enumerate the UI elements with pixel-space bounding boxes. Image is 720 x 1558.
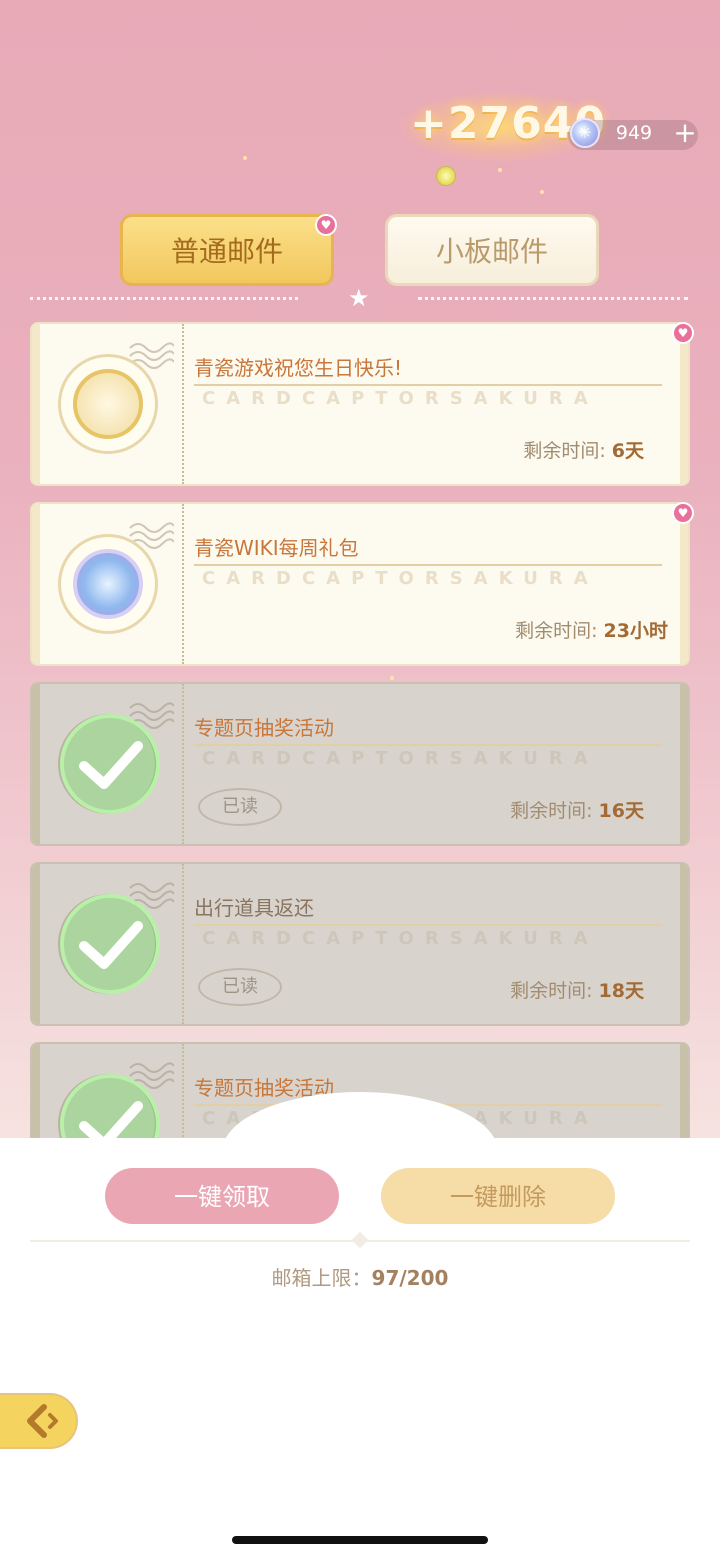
tab-board-mail[interactable]: 小板邮件 bbox=[385, 214, 599, 286]
mail-item[interactable]: 专题页抽奖活动 CARDCAPTORSAKURA 已读 剩余时间: 16天 bbox=[30, 682, 690, 846]
heart-icon: ♥ bbox=[672, 502, 694, 524]
mail-title: 青瓷游戏祝您生日快乐! bbox=[194, 356, 403, 380]
perforation bbox=[182, 504, 184, 664]
remaining-time: 剩余时间: 18天 bbox=[510, 976, 644, 1003]
mailbox-limit: 邮箱上限：97/200 bbox=[0, 1262, 720, 1291]
mail-title: 出行道具返还 bbox=[194, 896, 314, 920]
remaining-time-label: 剩余时间: bbox=[510, 980, 593, 1002]
mail-item[interactable]: 青瓷WIKI每周礼包 CARDCAPTORSAKURA 剩余时间: 23小时 bbox=[30, 502, 690, 666]
mail-title: 青瓷WIKI每周礼包 bbox=[194, 536, 359, 560]
mail-edge bbox=[32, 324, 40, 484]
mail-title: 专题页抽奖活动 bbox=[194, 716, 334, 740]
mailbox-limit-label: 邮箱上限： bbox=[271, 1266, 372, 1290]
divider-right bbox=[418, 297, 688, 300]
remaining-time-value: 6天 bbox=[611, 440, 644, 462]
mail-edge bbox=[32, 504, 40, 664]
remaining-time: 剩余时间: 6天 bbox=[523, 436, 644, 463]
remaining-time-label: 剩余时间: bbox=[523, 440, 606, 462]
mail-item[interactable]: 出行道具返还 CARDCAPTORSAKURA 已读 剩余时间: 18天 bbox=[30, 862, 690, 1026]
sparkle bbox=[498, 168, 502, 172]
mail-edge bbox=[32, 864, 40, 1024]
remaining-time-value: 16天 bbox=[598, 800, 644, 822]
perforation bbox=[182, 684, 184, 844]
delete-all-button[interactable]: 一键删除 bbox=[381, 1168, 615, 1224]
remaining-time-label: 剩余时间: bbox=[515, 620, 598, 642]
title-underline bbox=[194, 924, 662, 926]
coin-icon bbox=[436, 166, 456, 186]
read-badge: 已读 bbox=[198, 968, 282, 1006]
mail-edge bbox=[680, 324, 688, 484]
mail-item[interactable]: 青瓷游戏祝您生日快乐! CARDCAPTORSAKURA 剩余时间: 6天 bbox=[30, 322, 690, 486]
perforation bbox=[182, 324, 184, 484]
mail-edge bbox=[32, 684, 40, 844]
star-icon: ★ bbox=[348, 284, 370, 312]
sparkle bbox=[390, 676, 394, 680]
mail-watermark: CARDCAPTORSAKURA bbox=[202, 928, 599, 949]
remaining-time-label: 剩余时间: bbox=[510, 800, 593, 822]
home-indicator[interactable] bbox=[232, 1536, 488, 1544]
check-icon bbox=[60, 714, 160, 814]
mail-watermark: CARDCAPTORSAKURA bbox=[202, 748, 599, 769]
currency-value: 949 bbox=[615, 122, 653, 144]
back-arrow-icon bbox=[27, 1404, 58, 1438]
tab-normal-mail[interactable]: 普通邮件 bbox=[120, 214, 334, 286]
sparkle bbox=[243, 156, 247, 160]
check-icon bbox=[60, 894, 160, 994]
back-button[interactable] bbox=[0, 1393, 78, 1449]
compass-star-stamp-icon bbox=[58, 534, 158, 634]
mail-watermark: CARDCAPTORSAKURA bbox=[202, 568, 599, 589]
title-underline bbox=[194, 564, 662, 566]
remaining-time: 剩余时间: 16天 bbox=[510, 796, 644, 823]
mail-watermark: CARDCAPTORSAKURA bbox=[202, 388, 599, 409]
heart-icon: ♥ bbox=[672, 322, 694, 344]
sparkle bbox=[540, 190, 544, 194]
remaining-time-value: 18天 bbox=[598, 980, 644, 1002]
mail-edge bbox=[680, 684, 688, 844]
heart-icon: ♥ bbox=[315, 214, 337, 236]
read-badge: 已读 bbox=[198, 788, 282, 826]
remaining-time-value: 23小时 bbox=[603, 620, 668, 642]
divider-left bbox=[30, 297, 298, 300]
add-currency-button[interactable]: + bbox=[670, 116, 700, 150]
birthday-stamp-icon bbox=[58, 354, 158, 454]
title-underline bbox=[194, 384, 662, 386]
mail-edge bbox=[680, 864, 688, 1024]
snowflake-gem-icon: ✳ bbox=[570, 118, 600, 148]
mailbox-limit-value: 97/200 bbox=[371, 1266, 449, 1290]
perforation bbox=[182, 864, 184, 1024]
claim-all-button[interactable]: 一键领取 bbox=[105, 1168, 339, 1224]
mail-edge bbox=[680, 504, 688, 664]
title-underline bbox=[194, 744, 662, 746]
remaining-time: 剩余时间: 23小时 bbox=[515, 616, 668, 643]
